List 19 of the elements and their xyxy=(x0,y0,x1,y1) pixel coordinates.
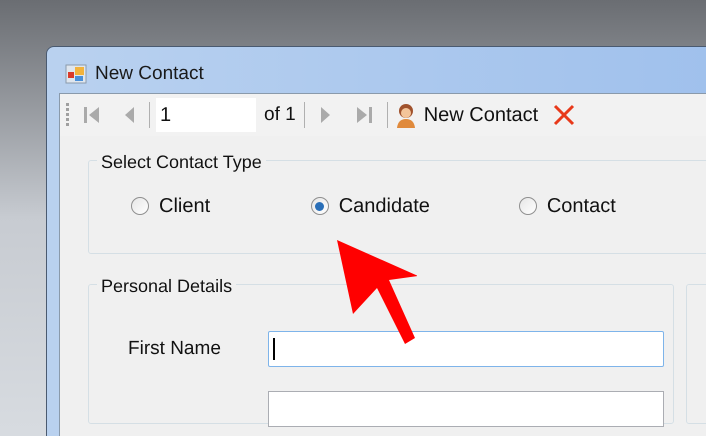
window-title: New Contact xyxy=(95,62,204,86)
record-count: of 1 xyxy=(263,102,297,127)
record-position-field[interactable]: 1 xyxy=(156,98,256,132)
radio-option[interactable]: Candidate xyxy=(310,191,519,221)
radio-button[interactable] xyxy=(131,197,149,215)
text-field[interactable] xyxy=(268,331,664,367)
field-label: First Name xyxy=(128,336,222,361)
radio-option[interactable]: Client xyxy=(131,191,311,221)
first-record-icon[interactable] xyxy=(83,105,101,125)
grip-icon xyxy=(66,103,69,127)
previous-record-icon[interactable] xyxy=(123,105,135,125)
new-contact-button[interactable]: New Contact xyxy=(394,100,538,130)
last-record-icon[interactable] xyxy=(354,105,373,125)
text-field[interactable] xyxy=(268,391,664,427)
app-icon xyxy=(65,64,87,84)
radio-option[interactable]: Contact xyxy=(518,191,706,221)
radio-button[interactable] xyxy=(518,197,537,215)
next-record-icon[interactable] xyxy=(320,105,332,125)
radio-button[interactable] xyxy=(310,197,329,215)
